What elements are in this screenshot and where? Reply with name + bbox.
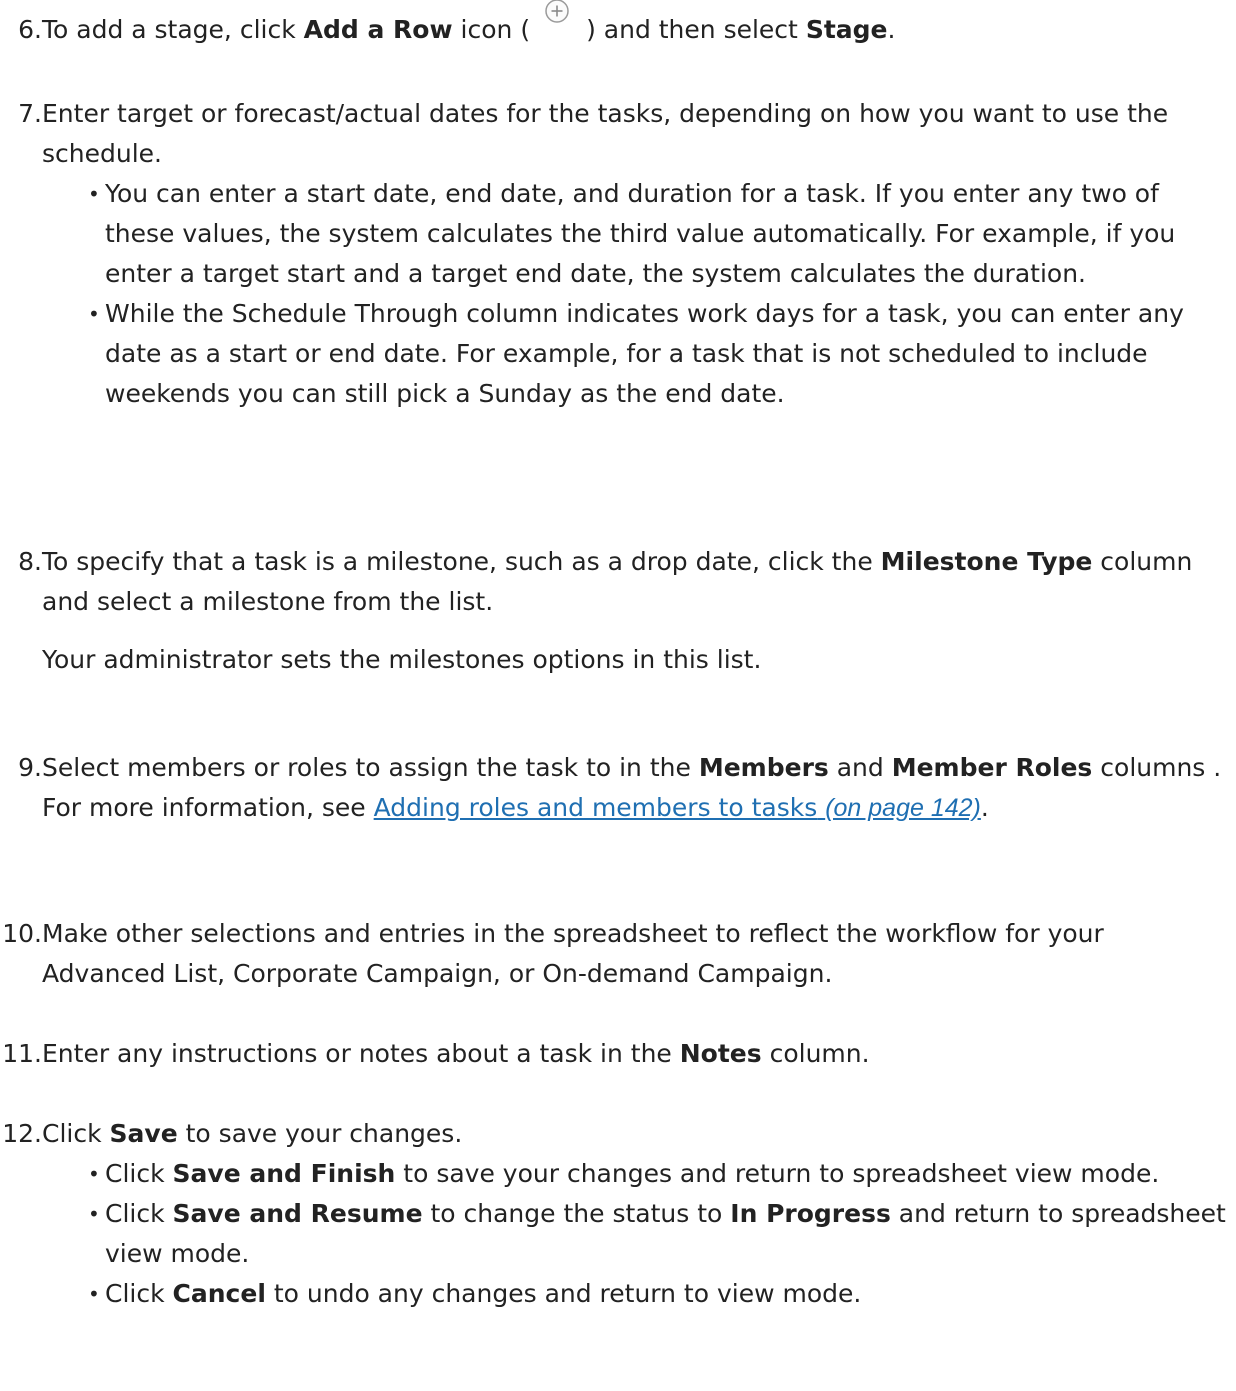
page-reference: (on page 142)	[825, 794, 981, 822]
save-and-finish-term: Save and Finish	[172, 1159, 396, 1188]
step-text: Click Save to save your changes.	[42, 1119, 463, 1148]
step-text: Enter any instructions or notes about a …	[42, 1039, 870, 1068]
document-page: 6. To add a stage, click Add a Row icon …	[0, 0, 1236, 1391]
step-12: 12. Click Save to save your changes. Cli…	[0, 1114, 1236, 1314]
step-text: To add a stage, click	[42, 15, 304, 44]
more-info-text: For more information, see Adding roles a…	[42, 793, 989, 822]
step-text: Make other selections and entries in the…	[42, 919, 1104, 988]
list-item: While the Schedule Through column indica…	[88, 294, 1226, 414]
in-progress-term: In Progress	[730, 1199, 891, 1228]
step-text: ) and then select	[586, 15, 806, 44]
step-7: 7. Enter target or forecast/actual dates…	[0, 94, 1236, 174]
list-item: Click Save and Resume to change the stat…	[88, 1194, 1226, 1274]
step-number: 10.	[2, 919, 42, 948]
step-number: 9.	[18, 753, 42, 782]
bullet-list: Click Save and Finish to save your chang…	[42, 1154, 1226, 1314]
step-note: Your administrator sets the milestones o…	[42, 645, 762, 674]
step-6: 6. To add a stage, click Add a Row icon …	[0, 0, 1236, 50]
add-a-row-term: Add a Row	[303, 15, 453, 44]
step-number: 6.	[18, 15, 42, 44]
save-and-resume-term: Save and Resume	[172, 1199, 423, 1228]
step-7-bullets: You can enter a start date, end date, an…	[0, 174, 1236, 414]
step-8: 8. To specify that a task is a milestone…	[0, 542, 1236, 680]
bullet-list: You can enter a start date, end date, an…	[42, 174, 1226, 414]
stage-term: Stage	[805, 15, 888, 44]
step-text: Enter target or forecast/actual dates fo…	[42, 99, 1169, 168]
step-number: 8.	[18, 547, 42, 576]
step-number: 12.	[2, 1119, 42, 1148]
list-item: Click Cancel to undo any changes and ret…	[88, 1274, 1226, 1314]
notes-term: Notes	[679, 1039, 762, 1068]
add-row-icon	[530, 0, 586, 50]
save-term: Save	[109, 1119, 178, 1148]
step-11: 11. Enter any instructions or notes abou…	[0, 1034, 1236, 1074]
step-number: 11.	[2, 1039, 42, 1068]
list-item: You can enter a start date, end date, an…	[88, 174, 1226, 294]
list-item: Click Save and Finish to save your chang…	[88, 1154, 1226, 1194]
step-10: 10. Make other selections and entries in…	[0, 914, 1236, 994]
members-term: Members	[698, 753, 829, 782]
member-roles-term: Member Roles	[891, 753, 1093, 782]
step-text: icon (	[452, 15, 531, 44]
cancel-term: Cancel	[172, 1279, 266, 1308]
step-text: To specify that a task is a milestone, s…	[42, 547, 1193, 616]
adding-roles-link[interactable]: Adding roles and members to tasks (on pa…	[374, 793, 981, 822]
milestone-type-term: Milestone Type	[880, 547, 1093, 576]
step-text: Select members or roles to assign the ta…	[42, 753, 1222, 782]
step-number: 7.	[18, 99, 42, 128]
step-9: 9. Select members or roles to assign the…	[0, 748, 1236, 828]
